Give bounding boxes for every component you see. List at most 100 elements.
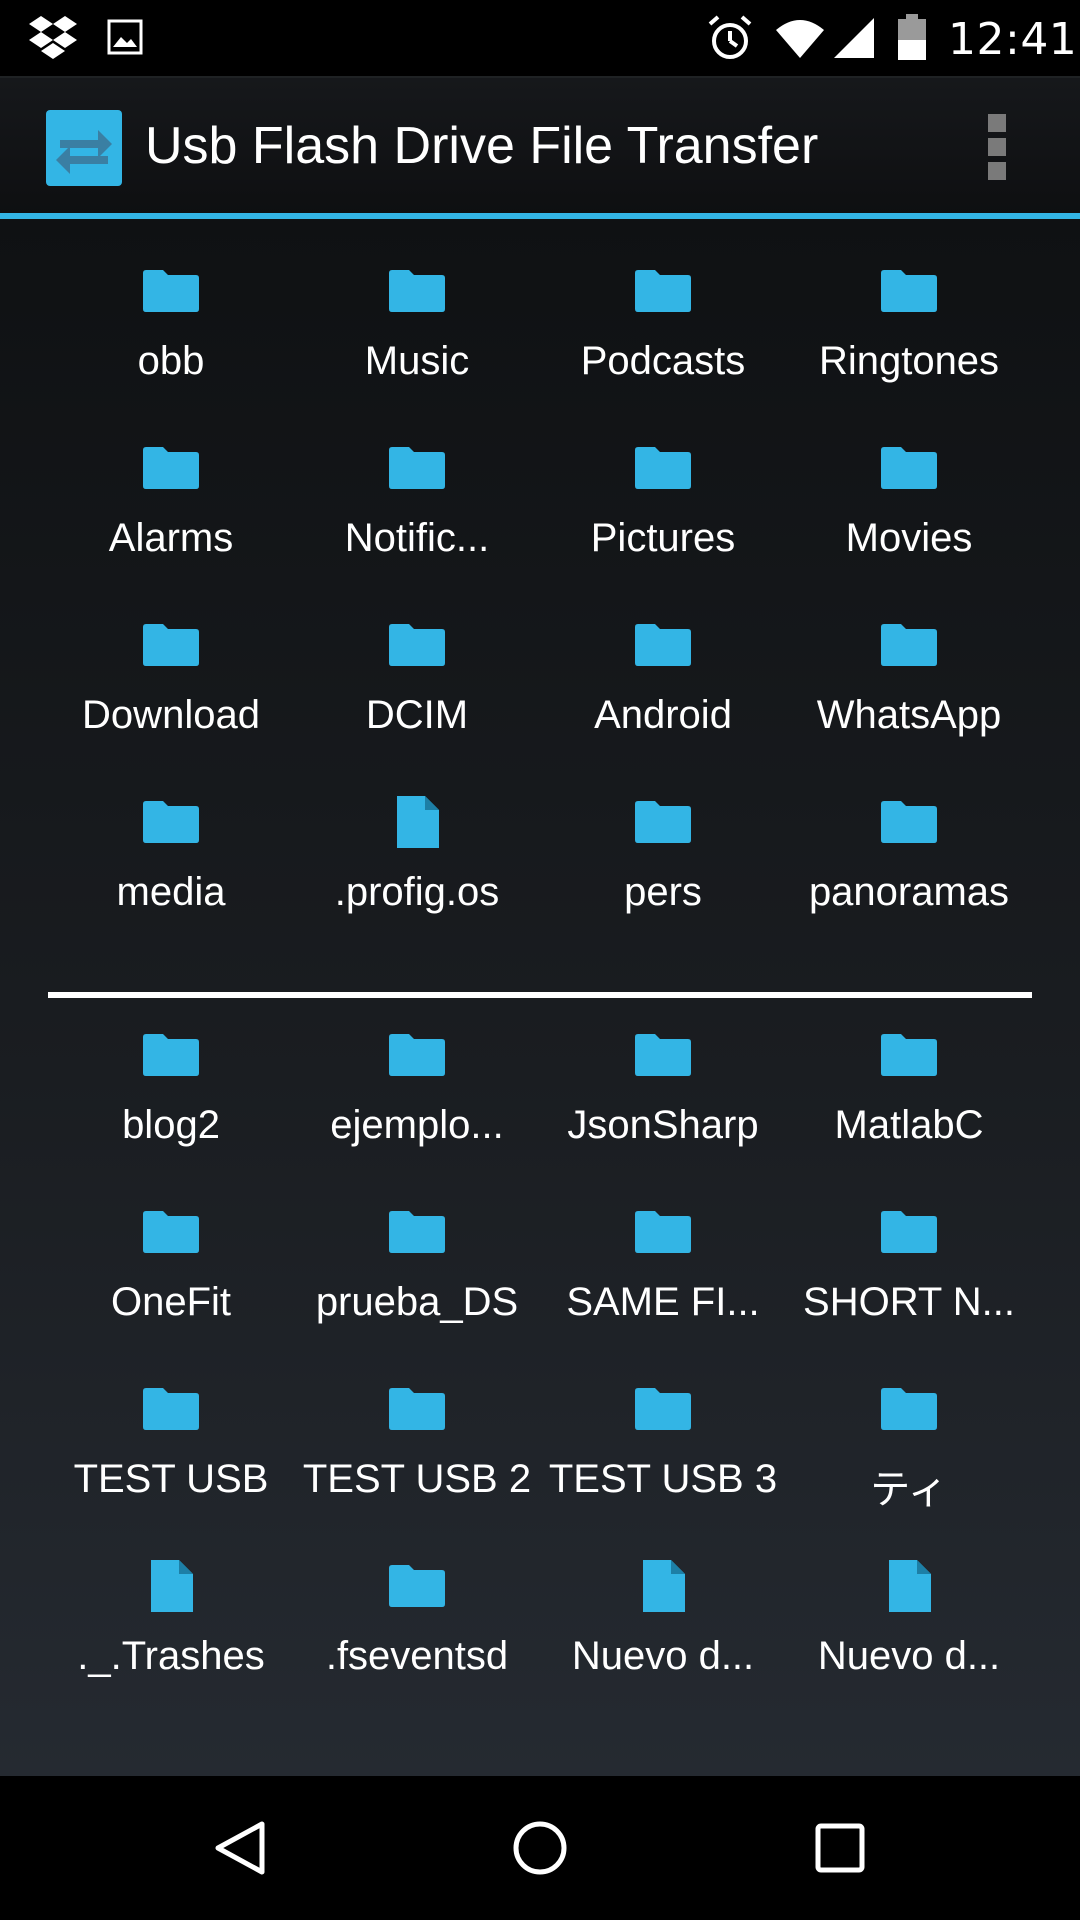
recents-icon bbox=[815, 1823, 865, 1873]
file-item[interactable]: Nuevo d... bbox=[540, 1556, 786, 1733]
item-label: prueba_DS bbox=[315, 1280, 519, 1324]
folder-item[interactable]: TEST USB 2 bbox=[294, 1379, 540, 1556]
folder-item[interactable]: MatlabC bbox=[786, 1025, 1032, 1202]
item-label: MatlabC bbox=[834, 1103, 984, 1147]
folder-item[interactable]: Android bbox=[540, 615, 786, 792]
item-label: Alarms bbox=[108, 516, 234, 560]
item-label: OneFit bbox=[110, 1280, 232, 1324]
item-label: TEST USB 3 bbox=[548, 1457, 778, 1501]
gallery-icon bbox=[107, 19, 143, 59]
folder-item[interactable]: Movies bbox=[786, 438, 1032, 615]
folder-icon bbox=[879, 261, 939, 321]
folder-item[interactable]: pers bbox=[540, 792, 786, 969]
folder-icon bbox=[633, 1379, 693, 1439]
folder-item[interactable]: Notific... bbox=[294, 438, 540, 615]
file-icon bbox=[879, 1556, 939, 1616]
navigation-bar bbox=[0, 1776, 1080, 1920]
folder-item[interactable]: TEST USB 3 bbox=[540, 1379, 786, 1556]
file-item[interactable]: Nuevo d... bbox=[786, 1556, 1032, 1733]
item-label: TEST USB 2 bbox=[302, 1457, 532, 1501]
folder-icon bbox=[141, 1379, 201, 1439]
item-label: Nuevo d... bbox=[571, 1634, 755, 1678]
folder-item[interactable]: SHORT N... bbox=[786, 1202, 1032, 1379]
folder-icon bbox=[879, 615, 939, 675]
item-label: media bbox=[116, 870, 226, 914]
folder-icon bbox=[879, 792, 939, 852]
back-button[interactable] bbox=[180, 1776, 300, 1920]
item-label: blog2 bbox=[122, 1103, 220, 1147]
home-icon bbox=[513, 1821, 567, 1875]
item-label: .fseventsd bbox=[325, 1634, 509, 1678]
item-label: WhatsApp bbox=[816, 693, 1002, 737]
folder-item[interactable]: .fseventsd bbox=[294, 1556, 540, 1733]
signal-icon bbox=[832, 18, 876, 64]
item-label: Music bbox=[364, 339, 470, 383]
recents-button[interactable] bbox=[780, 1776, 900, 1920]
folder-icon bbox=[141, 1025, 201, 1085]
folder-item[interactable]: media bbox=[48, 792, 294, 969]
folder-icon bbox=[141, 438, 201, 498]
folder-icon bbox=[633, 615, 693, 675]
folder-item[interactable]: Alarms bbox=[48, 438, 294, 615]
folder-item[interactable]: panoramas bbox=[786, 792, 1032, 969]
file-item[interactable]: ._.Trashes bbox=[48, 1556, 294, 1733]
folder-item[interactable]: blog2 bbox=[48, 1025, 294, 1202]
folder-item[interactable]: Ringtones bbox=[786, 261, 1032, 438]
folder-icon bbox=[633, 1025, 693, 1085]
folder-icon bbox=[633, 1202, 693, 1262]
home-button[interactable] bbox=[480, 1776, 600, 1920]
item-label: SAME FI... bbox=[566, 1280, 760, 1324]
overflow-menu-icon[interactable] bbox=[975, 112, 1019, 182]
item-label: TEST USB bbox=[73, 1457, 269, 1501]
folder-icon bbox=[141, 1202, 201, 1262]
folder-item[interactable]: Pictures bbox=[540, 438, 786, 615]
file-icon bbox=[141, 1556, 201, 1616]
folder-icon bbox=[879, 1025, 939, 1085]
folder-item[interactable]: ejemplo... bbox=[294, 1025, 540, 1202]
item-label: Ringtones bbox=[818, 339, 1000, 383]
folder-icon bbox=[387, 1025, 447, 1085]
folder-icon bbox=[879, 1379, 939, 1439]
folder-icon bbox=[879, 1202, 939, 1262]
folder-icon bbox=[387, 615, 447, 675]
folder-icon bbox=[387, 1556, 447, 1616]
folder-icon bbox=[387, 1202, 447, 1262]
item-label: panoramas bbox=[808, 870, 1010, 914]
folder-item[interactable]: SAME FI... bbox=[540, 1202, 786, 1379]
item-label: ._.Trashes bbox=[77, 1634, 265, 1678]
folder-icon bbox=[633, 261, 693, 321]
folder-item[interactable]: Music bbox=[294, 261, 540, 438]
app-title: Usb Flash Drive File Transfer bbox=[145, 117, 819, 175]
folder-icon bbox=[141, 792, 201, 852]
section-divider bbox=[48, 992, 1032, 998]
wifi-icon bbox=[774, 18, 826, 64]
item-label: DCIM bbox=[365, 693, 469, 737]
folder-item[interactable]: TEST USB bbox=[48, 1379, 294, 1556]
file-browser: obb Music Podcasts Ringtones Alarms Notific..… bbox=[0, 219, 1080, 1776]
item-label: ejemplo... bbox=[330, 1103, 504, 1147]
folder-item[interactable]: Podcasts bbox=[540, 261, 786, 438]
folder-icon bbox=[141, 615, 201, 675]
item-label: pers bbox=[624, 870, 702, 914]
usb-storage-grid: blog2 ejemplo... JsonSharp MatlabC OneFit pru… bbox=[48, 1025, 1032, 1733]
folder-icon bbox=[633, 792, 693, 852]
action-bar: Usb Flash Drive File Transfer bbox=[0, 76, 1080, 216]
folder-item[interactable]: JsonSharp bbox=[540, 1025, 786, 1202]
file-item[interactable]: .profig.os bbox=[294, 792, 540, 969]
transfer-arrows-icon[interactable] bbox=[46, 110, 122, 186]
battery-icon bbox=[898, 14, 926, 64]
folder-item[interactable]: ティ bbox=[786, 1379, 1032, 1556]
item-label: .profig.os bbox=[334, 870, 500, 914]
dropbox-icon bbox=[28, 16, 78, 64]
item-label: JsonSharp bbox=[567, 1103, 759, 1147]
folder-item[interactable]: OneFit bbox=[48, 1202, 294, 1379]
folder-item[interactable]: obb bbox=[48, 261, 294, 438]
folder-item[interactable]: prueba_DS bbox=[294, 1202, 540, 1379]
folder-icon bbox=[141, 261, 201, 321]
folder-icon bbox=[879, 438, 939, 498]
folder-item[interactable]: DCIM bbox=[294, 615, 540, 792]
folder-icon bbox=[633, 438, 693, 498]
folder-item[interactable]: WhatsApp bbox=[786, 615, 1032, 792]
folder-item[interactable]: Download bbox=[48, 615, 294, 792]
status-bar: 12:41 bbox=[0, 0, 1080, 76]
